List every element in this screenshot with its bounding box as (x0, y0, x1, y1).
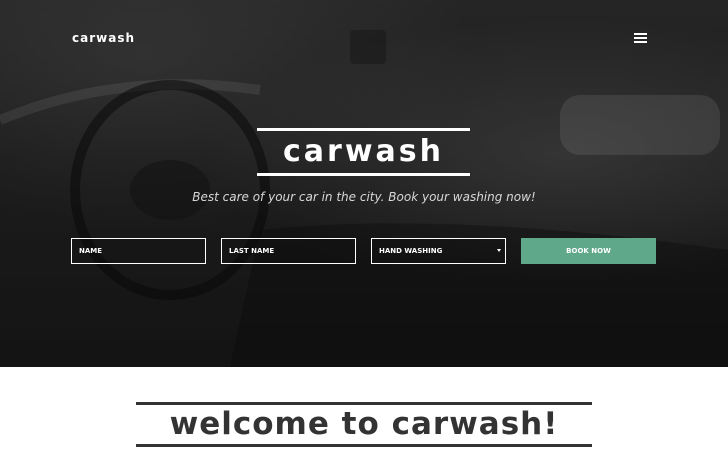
hero-background-image (0, 0, 728, 367)
hero-section: carwash carwash Best care of your car in… (0, 0, 728, 367)
menu-line (634, 41, 647, 43)
welcome-title-frame: welcome to carwash! (136, 402, 592, 447)
hero-title-frame: carwash (257, 128, 470, 176)
chevron-down-icon (497, 249, 501, 252)
last-name-input[interactable] (221, 238, 356, 264)
hero-tagline: Best care of your car in the city. Book … (192, 190, 536, 204)
first-name-input[interactable] (71, 238, 206, 264)
menu-line (634, 37, 647, 39)
site-logo[interactable]: carwash (72, 31, 135, 45)
hamburger-menu-icon[interactable] (634, 33, 650, 45)
menu-line (634, 33, 647, 35)
hero-title: carwash (283, 134, 444, 169)
book-now-button[interactable]: BOOK NOW (521, 238, 656, 264)
welcome-title: welcome to carwash! (169, 406, 559, 442)
service-select[interactable]: HAND WASHING (371, 238, 506, 264)
service-select-value: HAND WASHING (379, 247, 443, 255)
